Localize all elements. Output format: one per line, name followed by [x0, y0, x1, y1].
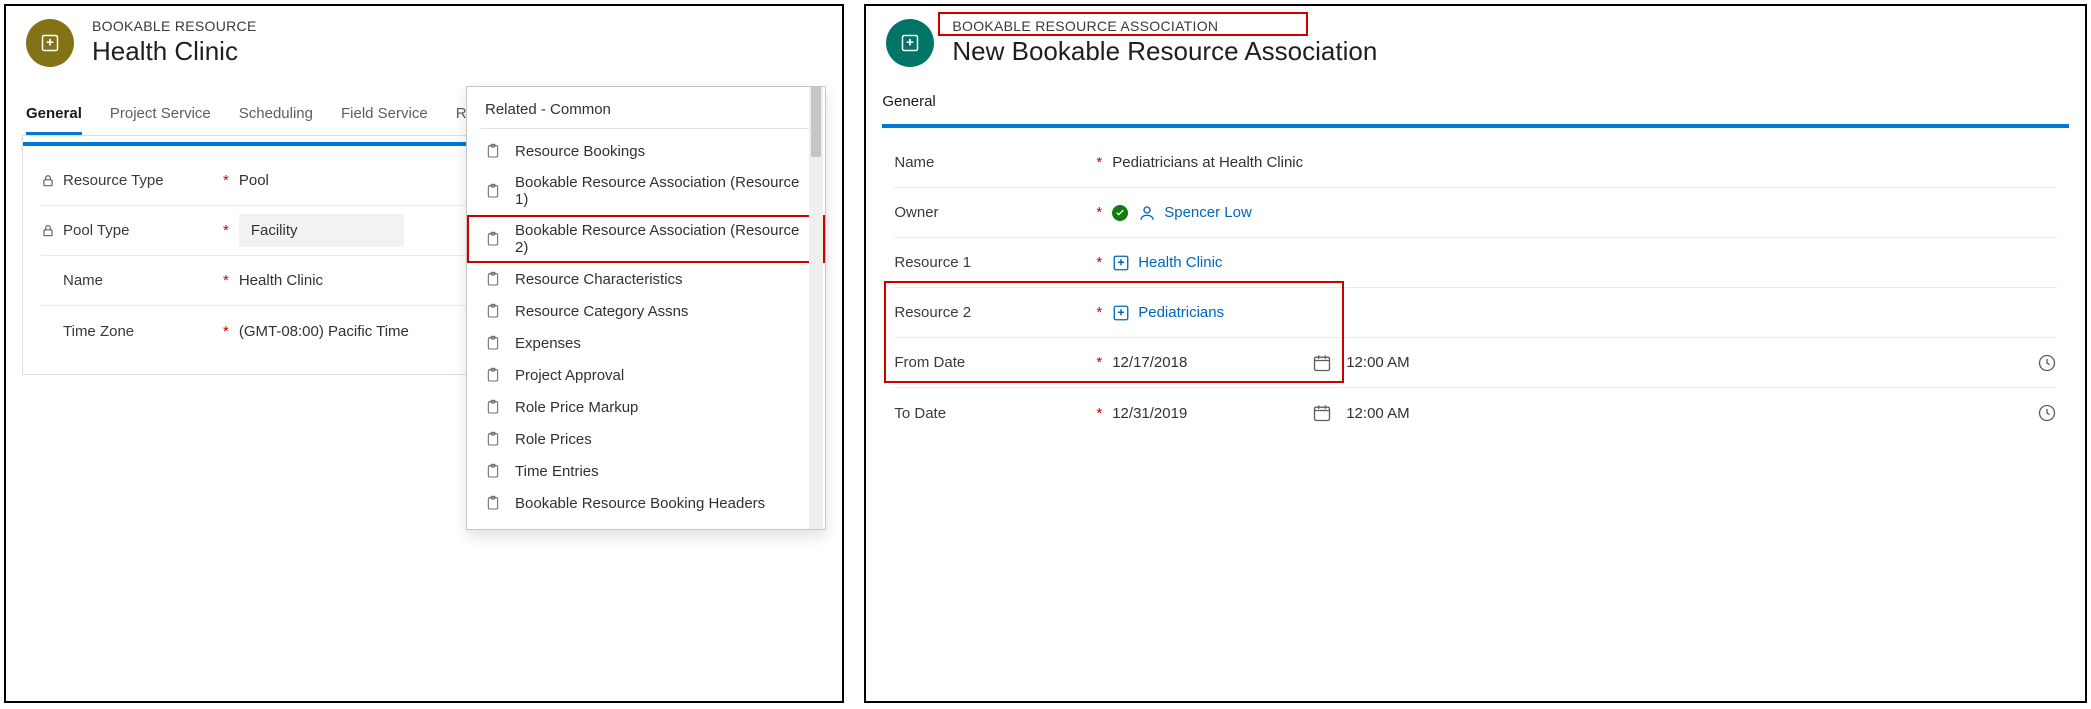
required-mark: * [223, 222, 229, 239]
clipboard-icon [485, 366, 501, 384]
tab-field-service[interactable]: Field Service [341, 99, 428, 135]
required-mark: * [223, 323, 229, 340]
label-owner: Owner [894, 204, 938, 221]
label-pool-type: Pool Type [63, 222, 129, 239]
scrollbar[interactable] [809, 87, 823, 529]
resource-icon [26, 19, 74, 67]
calendar-icon[interactable] [1312, 353, 1332, 373]
row-name: Name * Pediatricians at Health Clinic [894, 138, 2057, 188]
resource2-lookup[interactable]: Pediatricians [1112, 304, 1224, 322]
from-date-value[interactable]: 12/17/2018 [1112, 354, 1187, 371]
required-mark: * [223, 272, 229, 289]
label-time-zone: Time Zone [63, 323, 134, 340]
tab-general[interactable]: General [26, 99, 82, 135]
label-name: Name [894, 154, 934, 171]
clipboard-icon [485, 462, 501, 480]
tab-general[interactable]: General [882, 93, 2085, 118]
owner-lookup[interactable]: Spencer Low [1138, 204, 1252, 222]
related-item[interactable]: Bookable Resource Association (Resource … [467, 215, 825, 263]
clock-icon[interactable] [2037, 403, 2057, 423]
verified-icon [1112, 205, 1128, 221]
to-date-value[interactable]: 12/31/2019 [1112, 405, 1187, 422]
association-panel: BOOKABLE RESOURCE ASSOCIATION New Bookab… [864, 4, 2087, 703]
entity-header: BOOKABLE RESOURCE Health Clinic [6, 6, 842, 75]
clipboard-icon [485, 494, 501, 512]
related-header: Related - Common [467, 87, 825, 124]
row-resource-2: Resource 2 * Pediatricians [894, 288, 2057, 338]
clipboard-icon [485, 398, 501, 416]
clipboard-icon [485, 334, 501, 352]
row-to-date: To Date * 12/31/2019 12:00 AM [894, 388, 2057, 438]
value-time-zone[interactable]: (GMT-08:00) Pacific Time [239, 323, 409, 340]
row-resource-1: Resource 1 * Health Clinic [894, 238, 2057, 288]
related-item[interactable]: Project Approval [467, 359, 825, 391]
related-item[interactable]: Role Prices [467, 423, 825, 455]
value-name[interactable]: Health Clinic [239, 272, 323, 289]
related-item[interactable]: Role Price Markup [467, 391, 825, 423]
clipboard-icon [485, 142, 501, 160]
resource-icon [886, 19, 934, 67]
resource1-lookup[interactable]: Health Clinic [1112, 254, 1222, 272]
related-menu: Related - Common Resource BookingsBookab… [466, 86, 826, 530]
entity-type-label: BOOKABLE RESOURCE [92, 18, 257, 34]
required-mark: * [1096, 354, 1102, 371]
bookable-resource-panel: BOOKABLE RESOURCE Health Clinic General … [4, 4, 844, 703]
entity-title: New Bookable Resource Association [952, 36, 1377, 67]
required-mark: * [223, 172, 229, 189]
clipboard-icon [485, 182, 501, 200]
clipboard-icon [485, 270, 501, 288]
clipboard-icon [485, 302, 501, 320]
label-to-date: To Date [894, 405, 946, 422]
related-item[interactable]: Resource Characteristics [467, 263, 825, 295]
related-item[interactable]: Bookable Resource Booking Headers [467, 487, 825, 519]
label-name: Name [63, 272, 103, 289]
clipboard-icon [485, 230, 501, 248]
required-mark: * [1096, 254, 1102, 271]
related-item[interactable]: Bookable Resource Association (Resource … [467, 167, 825, 215]
required-mark: * [1096, 204, 1102, 221]
value-pool-type[interactable]: Facility [239, 214, 404, 247]
lock-icon [41, 174, 55, 188]
related-item[interactable]: Resource Category Assns [467, 295, 825, 327]
entity-title: Health Clinic [92, 36, 257, 67]
required-mark: * [1096, 154, 1102, 171]
label-from-date: From Date [894, 354, 965, 371]
value-name[interactable]: Pediatricians at Health Clinic [1112, 154, 1303, 171]
calendar-icon[interactable] [1312, 403, 1332, 423]
clock-icon[interactable] [2037, 353, 2057, 373]
row-owner: Owner * Spencer Low [894, 188, 2057, 238]
required-mark: * [1096, 405, 1102, 422]
related-item[interactable]: Expenses [467, 327, 825, 359]
entity-type-label: BOOKABLE RESOURCE ASSOCIATION [952, 18, 1377, 34]
tab-scheduling[interactable]: Scheduling [239, 99, 313, 135]
label-resource-2: Resource 2 [894, 304, 971, 321]
row-from-date: From Date * 12/17/2018 12:00 AM [894, 338, 2057, 388]
label-resource-type: Resource Type [63, 172, 164, 189]
person-icon [1138, 204, 1156, 222]
related-item[interactable]: Resource Bookings [467, 135, 825, 167]
related-item[interactable]: Time Entries [467, 455, 825, 487]
clipboard-icon [485, 430, 501, 448]
entity-header: BOOKABLE RESOURCE ASSOCIATION New Bookab… [866, 6, 2085, 75]
to-time-value[interactable]: 12:00 AM [1346, 405, 1409, 422]
resource-icon [1112, 304, 1130, 322]
label-resource-1: Resource 1 [894, 254, 971, 271]
from-time-value[interactable]: 12:00 AM [1346, 354, 1409, 371]
value-resource-type[interactable]: Pool [239, 172, 269, 189]
resource-icon [1112, 254, 1130, 272]
tab-project-service[interactable]: Project Service [110, 99, 211, 135]
required-mark: * [1096, 304, 1102, 321]
lock-icon [41, 224, 55, 238]
